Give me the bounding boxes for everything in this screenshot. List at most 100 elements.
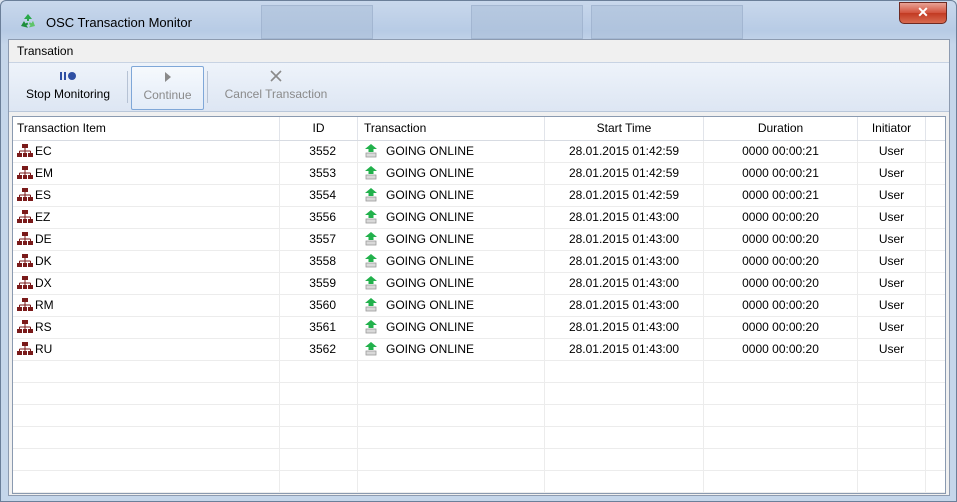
hierarchy-item-icon [17,209,33,223]
transaction-item-cell [13,383,280,404]
id-cell: 3556 [280,207,358,228]
stop-monitoring-icon [59,68,77,84]
id-cell-text: 3552 [309,144,336,158]
duration-cell-text: 0000 00:00:20 [742,254,819,268]
table-row[interactable]: ES 3554 GOING ONLINE 28.01.2015 01:42:59 000… [13,185,945,207]
initiator-cell: User [858,207,926,228]
initiator-cell-text: User [878,320,905,334]
table-row[interactable]: EZ 3556 GOING ONLINE 28.01.2015 01:43:00 000… [13,207,945,229]
transaction-item-cell-text: EZ [35,210,51,224]
start-time-cell-text: 28.01.2015 01:43:00 [568,254,680,268]
id-cell [280,471,358,492]
empty-table-row [13,471,945,493]
id-cell: 3559 [280,273,358,294]
cancel-transaction-button[interactable]: Cancel Transaction [212,66,340,108]
filler-cell [926,383,945,404]
transaction-cell [358,383,545,404]
stop-monitoring-button[interactable]: Stop Monitoring [12,66,124,108]
column-header-transaction[interactable]: Transaction [358,117,545,140]
column-header-initiator[interactable]: Initiator [858,117,926,140]
start-time-cell: 28.01.2015 01:43:00 [545,339,704,360]
id-cell-text: 3559 [309,276,336,290]
initiator-cell-text: User [878,276,905,290]
transaction-item-cell [13,405,280,426]
going-online-icon [365,341,377,356]
initiator-cell: User [858,185,926,206]
filler-cell [926,427,945,448]
menu-transation[interactable]: Transation [15,44,75,58]
start-time-cell-text: 28.01.2015 01:42:59 [568,144,680,158]
transaction-cell-text: GOING ONLINE [386,210,475,224]
transaction-cell: GOING ONLINE [358,339,545,360]
title-bar[interactable]: OSC Transaction Monitor ✕ [1,1,956,39]
transaction-item-cell-text: EC [35,144,52,158]
start-time-cell-text: 28.01.2015 01:43:00 [568,342,680,356]
duration-cell [704,405,858,426]
transaction-item-cell [13,471,280,492]
duration-cell: 0000 00:00:21 [704,163,858,184]
start-time-cell-text: 28.01.2015 01:43:00 [568,232,680,246]
initiator-cell: User [858,163,926,184]
duration-cell: 0000 00:00:20 [704,317,858,338]
hierarchy-item-icon [17,341,33,355]
duration-cell-text: 0000 00:00:21 [742,144,819,158]
column-header-id[interactable]: ID [280,117,358,140]
cancel-transaction-label: Cancel Transaction [224,87,328,101]
duration-cell-text: 0000 00:00:20 [742,298,819,312]
start-time-cell: 28.01.2015 01:42:59 [545,163,704,184]
initiator-cell [858,427,926,448]
initiator-cell-text: User [878,232,905,246]
id-cell: 3561 [280,317,358,338]
filler-cell [926,339,945,360]
hierarchy-item-icon [17,275,33,289]
transaction-item-cell-text: RS [35,320,52,334]
id-cell-text: 3560 [309,298,336,312]
transaction-cell-text: GOING ONLINE [386,254,475,268]
toolbar-separator [127,71,128,103]
table-row[interactable]: EC 3552 GOING ONLINE 28.01.2015 01:42:59 000… [13,141,945,163]
duration-cell-text: 0000 00:00:21 [742,166,819,180]
table-row[interactable]: DX 3559 GOING ONLINE 28.01.2015 01:43:00 000… [13,273,945,295]
initiator-cell: User [858,251,926,272]
transaction-cell [358,449,545,470]
transaction-item-cell-text: RU [35,342,53,356]
table-row[interactable]: DK 3558 GOING ONLINE 28.01.2015 01:43:00 000… [13,251,945,273]
transaction-cell: GOING ONLINE [358,185,545,206]
transaction-item-cell [13,427,280,448]
going-online-icon [365,275,377,290]
going-online-icon [365,143,377,158]
start-time-cell-text: 28.01.2015 01:42:59 [568,166,680,180]
transaction-cell: GOING ONLINE [358,229,545,250]
table-row[interactable]: EM 3553 GOING ONLINE 28.01.2015 01:42:59 000… [13,163,945,185]
stop-monitoring-label: Stop Monitoring [25,87,111,101]
column-header-filler [926,117,945,140]
hierarchy-item-icon [17,187,33,201]
duration-cell: 0000 00:00:20 [704,339,858,360]
transaction-item-cell: EC [13,141,280,162]
id-cell [280,361,358,382]
transaction-item-cell: EZ [13,207,280,228]
initiator-cell [858,449,926,470]
table-row[interactable]: RS 3561 GOING ONLINE 28.01.2015 01:43:00 000… [13,317,945,339]
table-row[interactable]: RM 3560 GOING ONLINE 28.01.2015 01:43:00 000… [13,295,945,317]
initiator-cell-text: User [878,254,905,268]
transaction-cell [358,471,545,492]
initiator-cell: User [858,229,926,250]
background-window-hint [471,5,583,39]
duration-cell [704,383,858,404]
transaction-list[interactable]: Transaction Item ID Transaction Start Ti… [12,116,946,494]
table-row[interactable]: RU 3562 GOING ONLINE 28.01.2015 01:43:00 000… [13,339,945,361]
hierarchy-item-icon [17,319,33,333]
column-header-duration[interactable]: Duration [704,117,858,140]
column-header-transaction-item[interactable]: Transaction Item [13,117,280,140]
duration-cell [704,361,858,382]
filler-cell [926,449,945,470]
duration-cell: 0000 00:00:20 [704,207,858,228]
table-row[interactable]: DE 3557 GOING ONLINE 28.01.2015 01:43:00 000… [13,229,945,251]
duration-cell-text: 0000 00:00:20 [742,210,819,224]
id-cell-text: 3558 [309,254,336,268]
column-header-start-time[interactable]: Start Time [545,117,704,140]
close-button[interactable]: ✕ [899,2,947,24]
empty-table-row [13,361,945,383]
continue-button[interactable]: Continue [131,66,204,110]
